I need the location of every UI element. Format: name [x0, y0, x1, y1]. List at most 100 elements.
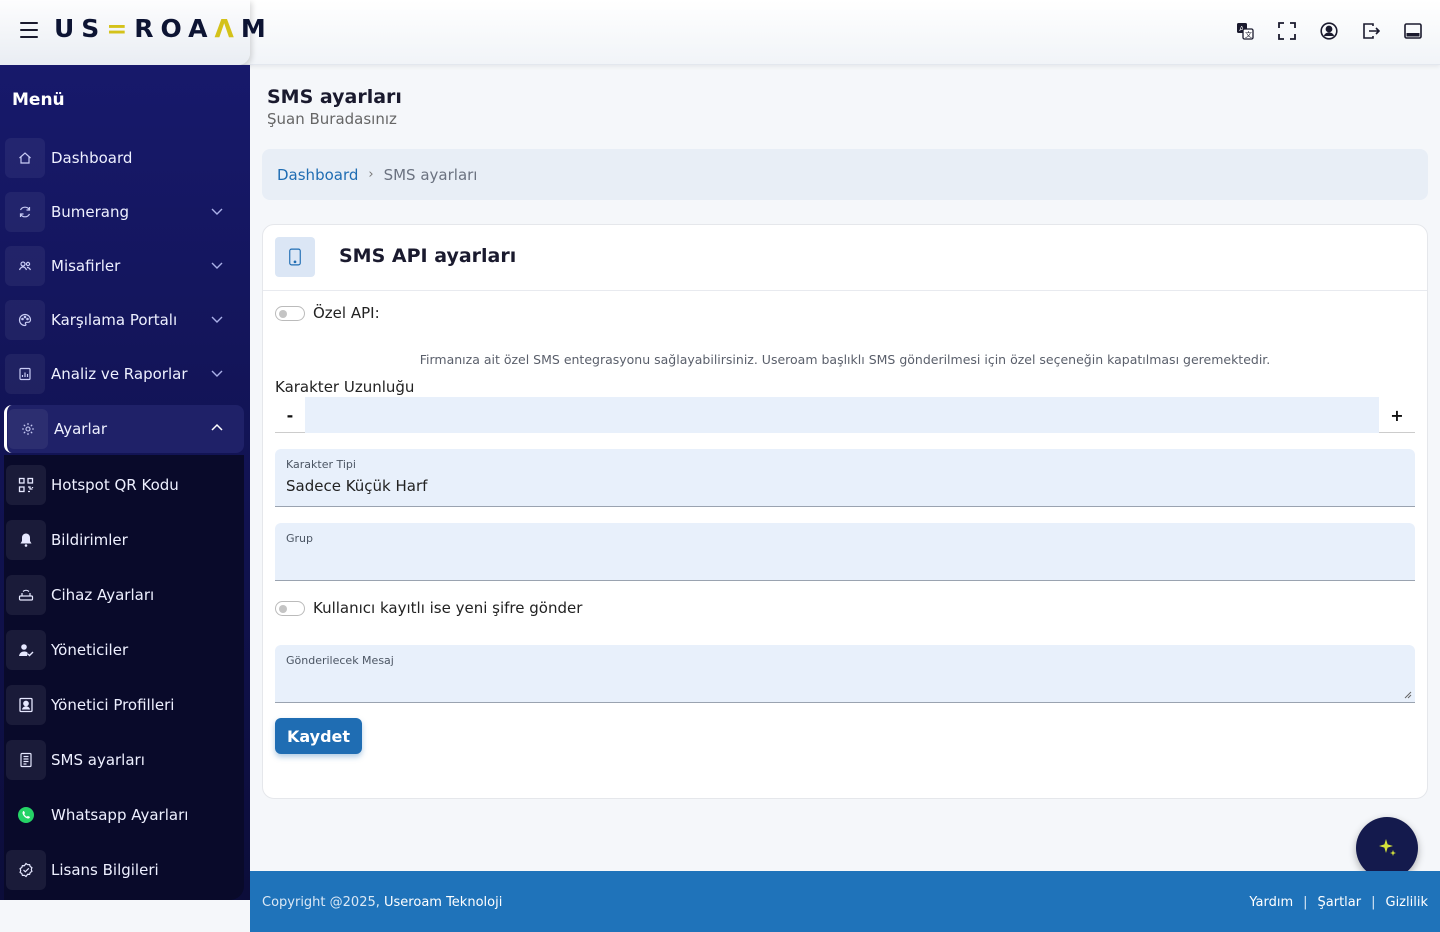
sidebar-item-karsilama-portali[interactable]: Karşılama Portalı [4, 299, 244, 341]
submenu-item-sms-ayarlari[interactable]: SMS ayarları [6, 737, 242, 783]
sidebar-item-label: Ayarlar [54, 420, 108, 438]
sidebar-item-label: Dashboard [51, 149, 133, 167]
chevron-down-icon [211, 262, 223, 269]
sidebar-item-label: Karşılama Portalı [51, 311, 178, 329]
submenu-item-label: SMS ayarları [51, 751, 145, 769]
panel-icon[interactable] [1404, 22, 1422, 40]
users-icon [5, 246, 45, 286]
submenu-item-hotspot-qr[interactable]: Hotspot QR Kodu [6, 462, 242, 508]
chevron-down-icon [211, 370, 223, 377]
message-textarea[interactable]: Gönderilecek Mesaj [275, 645, 1415, 703]
submenu-item-whatsapp-ayarlari[interactable]: Whatsapp Ayarları [6, 792, 242, 838]
refresh-icon [5, 192, 45, 232]
brand-area: US=ROAΛM [0, 0, 266, 65]
group-label: Grup [286, 532, 314, 545]
submenu-item-yonetici-profilleri[interactable]: Yönetici Profilleri [6, 682, 242, 728]
submenu-item-label: Whatsapp Ayarları [51, 806, 189, 824]
custom-api-help-text: Firmanıza ait özel SMS entegrasyonu sağl… [419, 352, 1271, 367]
char-length-label: Karakter Uzunluğu [275, 378, 415, 396]
help-link[interactable]: Yardım [1249, 895, 1293, 910]
terms-link[interactable]: Şartlar [1318, 895, 1362, 910]
sidebar-item-dashboard[interactable]: Dashboard [4, 137, 244, 179]
sidebar-item-ayarlar[interactable]: Ayarlar [4, 405, 244, 453]
footer-links: Yardım | Şartlar | Gizlilik [1249, 895, 1428, 910]
sidebar: Menü Dashboard Bumerang Misafirler Karşı… [0, 65, 250, 900]
resend-password-toggle-row[interactable]: Kullanıcı kayıtlı ise yeni şifre gönder [275, 599, 582, 617]
useroam-logo[interactable]: US=ROAΛM [54, 14, 273, 43]
home-icon [5, 138, 45, 178]
page-subtitle: Şuan Buradasınız [267, 110, 397, 128]
footer: Copyright @2025, Useroam Teknoloji Yardı… [250, 871, 1440, 932]
resend-password-toggle[interactable] [275, 600, 305, 616]
palette-icon [5, 300, 45, 340]
fullscreen-icon[interactable] [1278, 22, 1296, 40]
card-title: SMS API ayarları [339, 245, 517, 267]
chart-icon [5, 354, 45, 394]
sparkles-icon [1379, 839, 1396, 856]
sms-api-settings-card: SMS API ayarları Özel API: Firmanıza ait… [262, 224, 1428, 799]
chevron-down-icon [211, 208, 223, 215]
sidebar-item-label: Bumerang [51, 203, 130, 221]
custom-api-label: Özel API: [313, 304, 380, 322]
increment-button[interactable]: + [1379, 397, 1415, 433]
resize-handle-icon[interactable] [1404, 691, 1412, 699]
sidebar-item-misafirler[interactable]: Misafirler [4, 245, 244, 287]
group-field[interactable]: Grup [275, 523, 1415, 581]
custom-api-toggle[interactable] [275, 305, 305, 321]
user-icon[interactable] [1320, 22, 1338, 40]
header-actions: A文 [1236, 22, 1422, 40]
breadcrumb: Dashboard › SMS ayarları [262, 149, 1428, 200]
translate-icon[interactable]: A文 [1236, 22, 1254, 40]
submenu-item-label: Cihaz Ayarları [51, 586, 155, 604]
char-type-label: Karakter Tipi [286, 458, 356, 471]
sms-icon [6, 740, 46, 780]
char-length-stepper: - + [275, 397, 1415, 433]
breadcrumb-separator: › [368, 167, 374, 182]
submenu-item-label: Lisans Bilgileri [51, 861, 159, 879]
whatsapp-icon [6, 795, 46, 835]
char-type-select[interactable]: Karakter Tipi Sadece Küçük Harf [275, 449, 1415, 507]
footer-separator: | [1303, 895, 1308, 910]
sidebar-bottom-spacer [0, 900, 250, 932]
settings-submenu: Hotspot QR Kodu Bildirimler Cihaz Ayarla… [4, 455, 244, 900]
company-link[interactable]: Useroam Teknoloji [384, 895, 502, 910]
submenu-item-label: Bildirimler [51, 531, 128, 549]
submenu-item-label: Hotspot QR Kodu [51, 476, 179, 494]
logout-icon[interactable] [1362, 22, 1381, 40]
license-icon [6, 850, 46, 890]
chevron-up-icon [211, 423, 223, 431]
sidebar-item-analiz-raporlar[interactable]: Analiz ve Raporlar [4, 353, 244, 395]
submenu-item-label: Yöneticiler [51, 641, 129, 659]
chevron-down-icon [211, 316, 223, 323]
footer-copyright: Copyright @2025, Useroam Teknoloji [262, 895, 503, 910]
privacy-link[interactable]: Gizlilik [1386, 895, 1429, 910]
breadcrumb-current: SMS ayarları [383, 165, 478, 184]
decrement-button[interactable]: - [275, 397, 305, 433]
admin-icon [6, 630, 46, 670]
bell-icon [6, 520, 46, 560]
submenu-item-bildirimler[interactable]: Bildirimler [6, 517, 242, 563]
custom-api-toggle-row[interactable]: Özel API: [275, 304, 380, 322]
card-header: SMS API ayarları [263, 225, 1427, 291]
ai-assistant-button[interactable] [1356, 817, 1418, 879]
qr-icon [6, 465, 46, 505]
svg-text:文: 文 [1245, 30, 1252, 39]
submenu-item-label: Yönetici Profilleri [51, 696, 175, 714]
submenu-item-yoneticiler[interactable]: Yöneticiler [6, 627, 242, 673]
sidebar-item-label: Analiz ve Raporlar [51, 365, 188, 383]
char-length-input[interactable] [305, 397, 1379, 433]
submenu-item-lisans-bilgileri[interactable]: Lisans Bilgileri [6, 847, 242, 893]
message-label: Gönderilecek Mesaj [286, 654, 394, 667]
mobile-phone-icon [275, 237, 315, 277]
sidebar-item-bumerang[interactable]: Bumerang [4, 191, 244, 233]
page-title: SMS ayarları [267, 86, 402, 108]
char-type-value: Sadece Küçük Harf [286, 477, 428, 495]
menu-title: Menü [12, 90, 65, 110]
gear-icon [8, 409, 48, 449]
hamburger-menu-icon[interactable] [20, 22, 38, 38]
submenu-item-cihaz-ayarlari[interactable]: Cihaz Ayarları [6, 572, 242, 618]
breadcrumb-home-link[interactable]: Dashboard [277, 166, 358, 184]
save-button[interactable]: Kaydet [275, 718, 362, 754]
footer-separator: | [1371, 895, 1376, 910]
router-icon [6, 575, 46, 615]
